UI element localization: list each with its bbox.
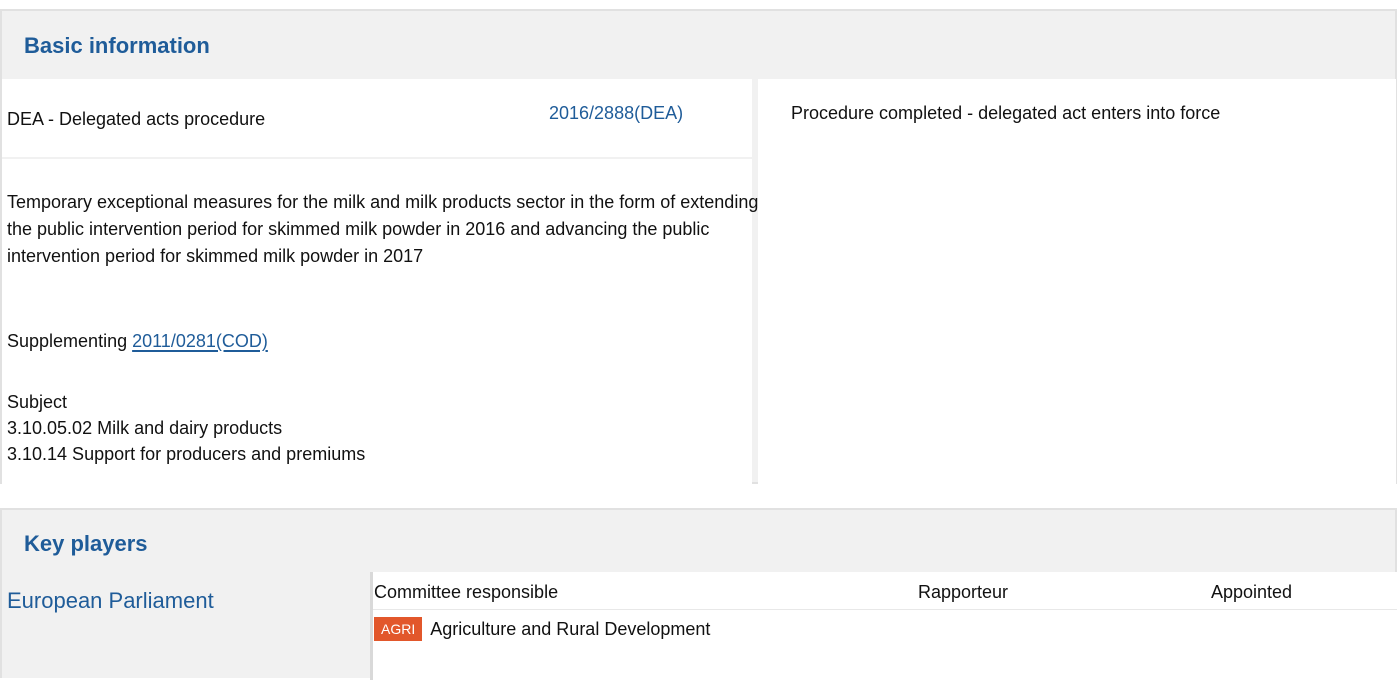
committee-code-badge: AGRI: [374, 617, 423, 641]
subject-block: Subject 3.10.05.02 Milk and dairy produc…: [7, 389, 365, 467]
procedure-description-cell: Temporary exceptional measures for the m…: [2, 159, 758, 484]
key-players-table: Committee responsible Rapporteur Appoint…: [373, 572, 1397, 680]
basic-information-heading: Basic information: [24, 33, 210, 58]
supplementing-procedure-link[interactable]: 2011/0281(COD): [132, 331, 268, 351]
committee-responsible-header: Committee responsible: [374, 582, 559, 602]
key-players-heading: Key players: [24, 531, 148, 556]
supplementing-label: Supplementing: [7, 331, 128, 351]
procedure-type: DEA - Delegated acts procedure: [7, 109, 266, 129]
procedure-status-cell: Procedure completed - delegated act ente…: [758, 79, 1396, 484]
committee-name: Agriculture and Rural Development: [430, 618, 711, 639]
procedure-status: Procedure completed - delegated act ente…: [791, 103, 1221, 123]
key-players-table-header: Committee responsible Rapporteur Appoint…: [373, 572, 1397, 610]
rapporteur-header: Rapporteur: [918, 582, 1009, 602]
subject-item: 3.10.05.02 Milk and dairy products: [7, 418, 283, 438]
european-parliament-link[interactable]: European Parliament: [7, 588, 214, 614]
committee-row: AGRI Agriculture and Rural Development: [374, 616, 710, 642]
procedure-type-cell: DEA - Delegated acts procedure 2016/2888…: [2, 79, 752, 157]
basic-information-panel: Basic information DEA - Delegated acts p…: [0, 9, 1397, 484]
key-players-panel: Key players European Parliament Committe…: [0, 508, 1397, 680]
subject-item: 3.10.14 Support for producers and premiu…: [7, 444, 366, 464]
procedure-reference-link[interactable]: 2016/2888(DEA): [549, 103, 683, 124]
supplementing-line: Supplementing 2011/0281(COD): [7, 331, 268, 352]
appointed-header: Appointed: [1211, 582, 1293, 602]
procedure-title: Temporary exceptional measures for the m…: [7, 192, 759, 266]
subject-label: Subject: [7, 392, 68, 412]
